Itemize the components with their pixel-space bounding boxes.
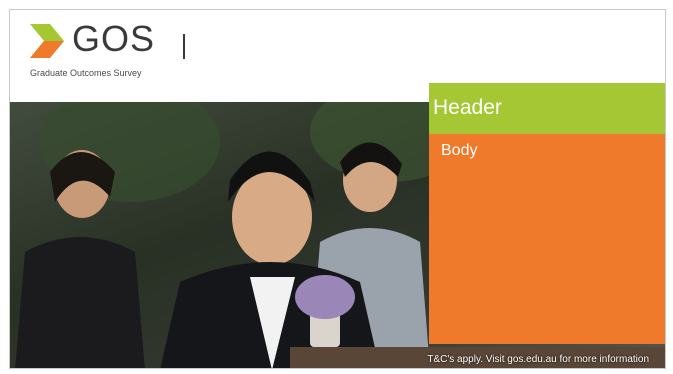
callout-header: Header (429, 83, 665, 134)
brand-subtitle: Graduate Outcomes Survey (30, 68, 142, 78)
callout-header-text: Header (433, 96, 502, 119)
callout-body: Body (429, 134, 665, 344)
slide-canvas: GOS Graduate Outcomes Survey T&C's apply… (9, 9, 666, 369)
callout-body-text: Body (441, 142, 478, 159)
brand-name: GOS (72, 18, 156, 59)
gos-logo-icon (30, 24, 64, 58)
header-divider (183, 34, 185, 59)
terms-note: T&C's apply. Visit gos.edu.au for more i… (427, 354, 649, 365)
